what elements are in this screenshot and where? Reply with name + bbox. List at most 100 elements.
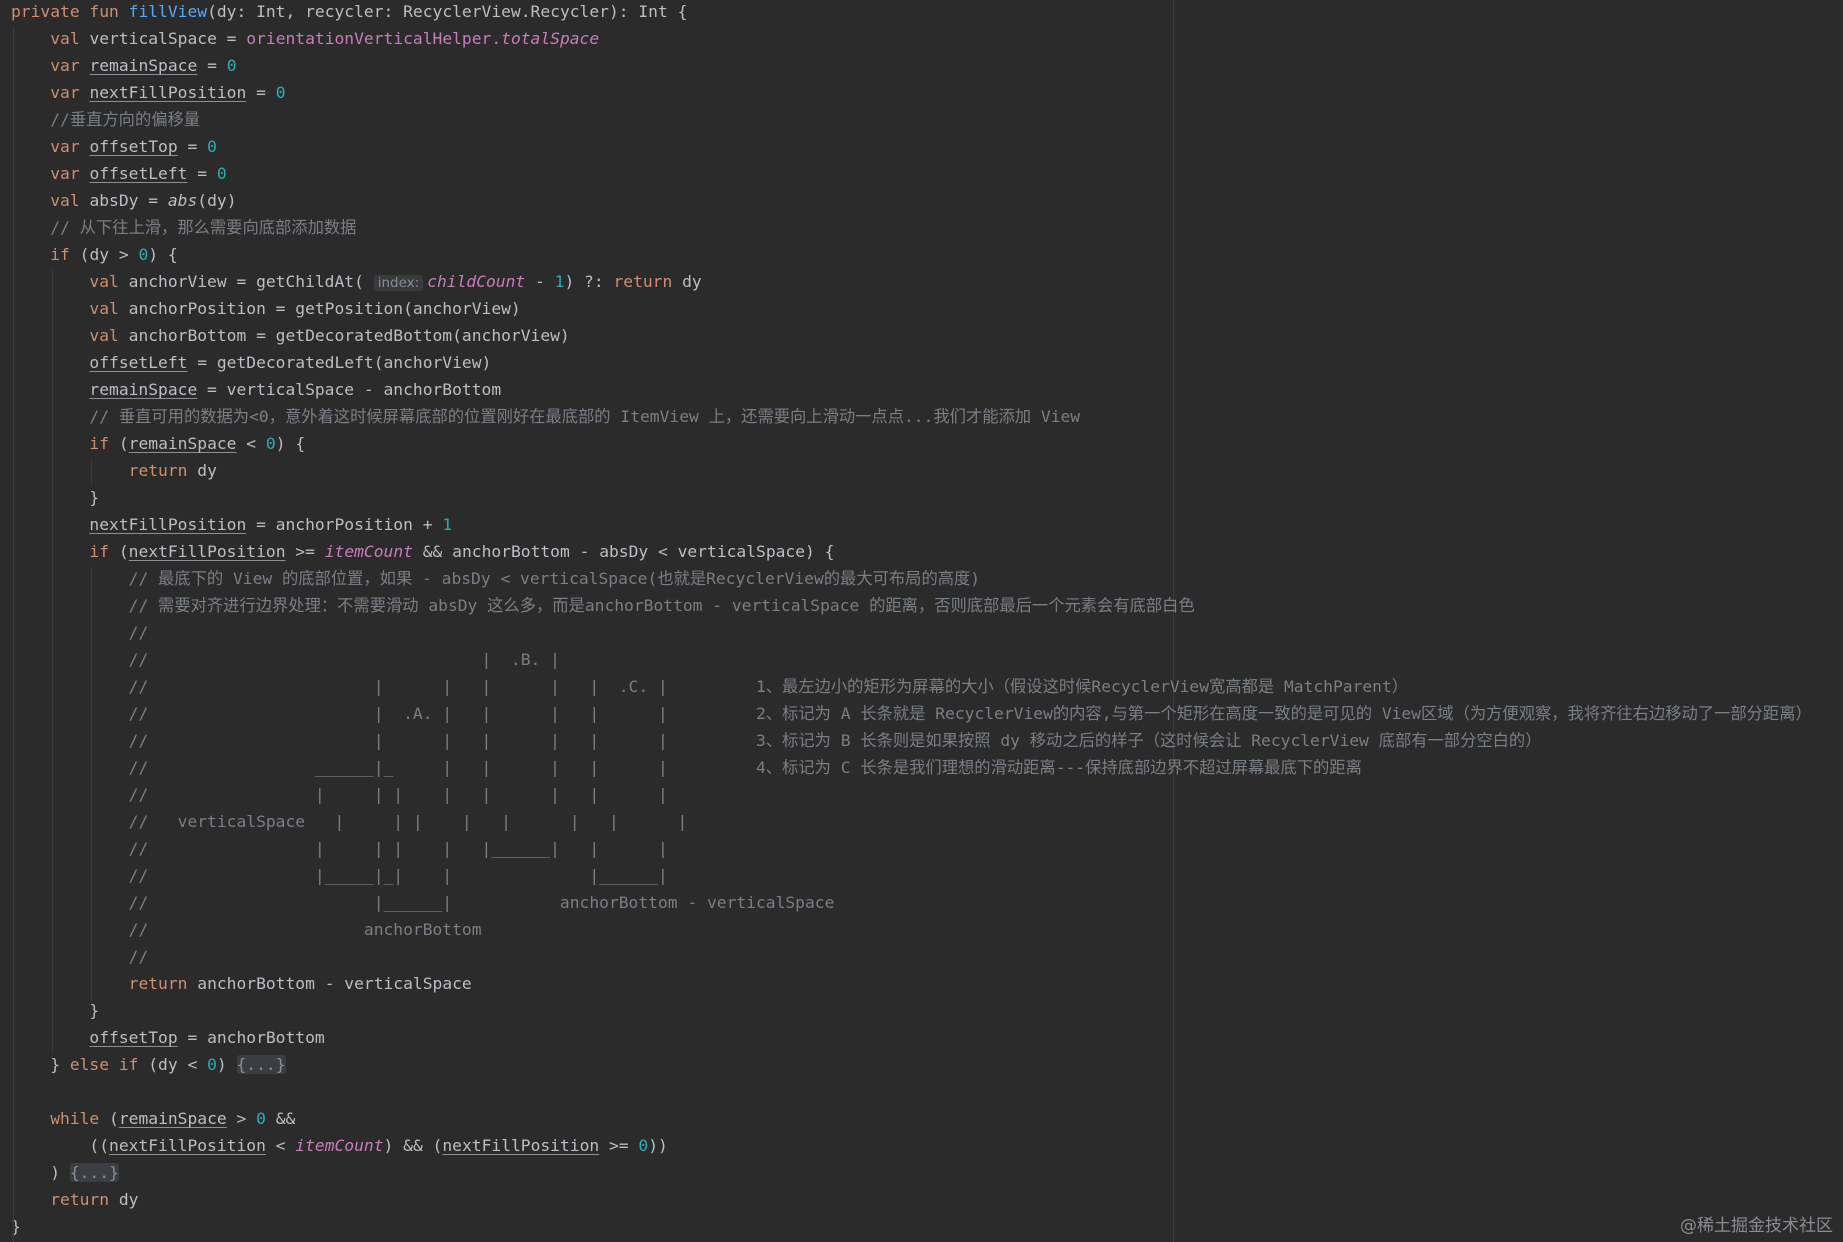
indent-guide: [13, 270, 14, 297]
code-token: remainSpace: [128, 434, 237, 453]
code-token: var: [50, 56, 90, 75]
code-token: if: [89, 542, 119, 561]
code-line[interactable]: //垂直方向的偏移量: [11, 108, 1812, 135]
code-line[interactable]: // | | | | | .C. | 1、最左边小的矩形为屏幕的大小（假设这时候…: [11, 675, 1812, 702]
code-line[interactable]: [11, 1080, 1812, 1107]
indent-guide: [52, 972, 54, 999]
code-line[interactable]: ((nextFillPosition < itemCount) && (next…: [11, 1134, 1812, 1161]
code-token: &&: [265, 1109, 296, 1128]
code-line[interactable]: if (remainSpace < 0) {: [11, 432, 1812, 459]
code-token: dy: [682, 272, 702, 291]
code-line[interactable]: offsetLeft = getDecoratedLeft(anchorView…: [11, 351, 1812, 378]
code-token: 0: [207, 1055, 217, 1074]
code-token: return: [128, 461, 198, 480]
code-line[interactable]: // 最底下的 View 的底部位置，如果 - absDy < vertical…: [11, 567, 1812, 594]
code-line[interactable]: // 垂直可用的数据为<0，意外着这时候屏幕底部的位置刚好在最底部的 ItemV…: [11, 405, 1812, 432]
code-line[interactable]: val verticalSpace = orientationVerticalH…: [11, 27, 1812, 54]
code-token: (: [118, 542, 129, 561]
folded-region[interactable]: {...}: [69, 1163, 119, 1182]
indent-guide: [13, 513, 14, 540]
code-line[interactable]: }: [11, 486, 1812, 513]
code-line[interactable]: val anchorPosition = getPosition(anchorV…: [11, 297, 1812, 324]
code-line[interactable]: var offsetTop = 0: [11, 135, 1812, 162]
code-token: 0: [216, 164, 227, 183]
indent-guide: [13, 432, 14, 459]
code-token: 1: [554, 272, 565, 291]
code-line[interactable]: // | | | | | | 3、标记为 B 长条则是如果按照 dy 移动之后的…: [11, 729, 1812, 756]
folded-region[interactable]: {...}: [236, 1055, 286, 1074]
code-line[interactable]: }: [11, 999, 1812, 1026]
code-line[interactable]: }: [11, 1215, 1812, 1242]
code-comment: // 需要对齐进行边界处理：不需要滑动 absDy 这么多，而是anchorBo…: [128, 596, 1195, 615]
code-line[interactable]: return dy: [11, 459, 1812, 486]
code-comment: // 垂直可用的数据为<0，意外着这时候屏幕底部的位置刚好在最底部的 ItemV…: [89, 407, 1081, 426]
code-line[interactable]: // | | | | | | | |: [11, 783, 1812, 810]
code-line[interactable]: if (nextFillPosition >= itemCount && anc…: [11, 540, 1812, 567]
code-area[interactable]: private fun fillView(dy: Int, recycler: …: [11, 0, 1812, 1242]
code-line[interactable]: var offsetLeft = 0: [11, 162, 1812, 189]
code-line[interactable]: var remainSpace = 0: [11, 54, 1812, 81]
code-line[interactable]: } else if (dy < 0) {...}: [11, 1053, 1812, 1080]
indent-guide: [13, 1188, 14, 1215]
code-line[interactable]: // | .B. |: [11, 648, 1812, 675]
code-line[interactable]: return anchorBottom - verticalSpace: [11, 972, 1812, 999]
code-line[interactable]: var nextFillPosition = 0: [11, 81, 1812, 108]
code-line[interactable]: // |______| anchorBottom - verticalSpace: [11, 891, 1812, 918]
code-line[interactable]: // anchorBottom: [11, 918, 1812, 945]
code-token: =: [246, 83, 276, 102]
code-token: offsetLeft: [89, 164, 188, 183]
indent-guide: [13, 243, 14, 270]
code-line[interactable]: val absDy = abs(dy): [11, 189, 1812, 216]
code-line[interactable]: // 从下往上滑，那么需要向底部添加数据: [11, 216, 1812, 243]
code-line[interactable]: // ______|_ | | | | | 4、标记为 C 长条是我们理想的滑动…: [11, 756, 1812, 783]
code-line[interactable]: remainSpace = verticalSpace - anchorBott…: [11, 378, 1812, 405]
code-token: (: [109, 1109, 119, 1128]
code-line[interactable]: // verticalSpace | | | | | | | |: [11, 810, 1812, 837]
indent-guide: [52, 270, 54, 297]
indent-guide: [13, 999, 14, 1026]
code-line[interactable]: val anchorView = getChildAt( index: child…: [11, 270, 1812, 297]
indent-guide: [13, 486, 14, 513]
code-token: if: [50, 245, 80, 264]
indent-guide: [13, 918, 14, 945]
code-line[interactable]: // |_____|_| | |______|: [11, 864, 1812, 891]
code-token: if: [89, 434, 119, 453]
code-token: =: [177, 137, 208, 156]
code-comment: //: [128, 947, 149, 966]
indent-guide: [13, 1053, 14, 1080]
indent-guide: [91, 567, 93, 594]
code-editor[interactable]: private fun fillView(dy: Int, recycler: …: [0, 0, 1843, 1242]
code-line[interactable]: val anchorBottom = getDecoratedBottom(an…: [11, 324, 1812, 351]
code-line[interactable]: //: [11, 621, 1812, 648]
code-token: itemCount: [324, 542, 413, 561]
code-line[interactable]: // | | | | |______| | |: [11, 837, 1812, 864]
code-line[interactable]: while (remainSpace > 0 &&: [11, 1107, 1812, 1134]
code-token: ): [11, 1163, 70, 1182]
indent-guide: [52, 351, 54, 378]
code-line[interactable]: nextFillPosition = anchorPosition + 1: [11, 513, 1812, 540]
code-line[interactable]: ) {...}: [11, 1161, 1812, 1188]
code-line[interactable]: // 需要对齐进行边界处理：不需要滑动 absDy 这么多，而是anchorBo…: [11, 594, 1812, 621]
code-line[interactable]: if (dy > 0) {: [11, 243, 1812, 270]
code-token: return: [50, 1190, 119, 1209]
code-line[interactable]: return dy: [11, 1188, 1812, 1215]
code-line[interactable]: private fun fillView(dy: Int, recycler: …: [11, 0, 1812, 27]
indent-guide: [13, 567, 14, 594]
code-token: = getDecoratedLeft(anchorView): [187, 353, 492, 372]
code-line[interactable]: offsetTop = anchorBottom: [11, 1026, 1812, 1053]
code-line[interactable]: //: [11, 945, 1812, 972]
indent-guide: [13, 540, 14, 567]
indent-guide: [91, 756, 93, 783]
code-line[interactable]: // | .A. | | | | | 2、标记为 A 长条就是 Recycler…: [11, 702, 1812, 729]
code-comment: // anchorBottom: [128, 920, 482, 939]
indent-guide: [91, 783, 93, 810]
code-token: totalSpace: [501, 29, 600, 48]
code-token: 0: [226, 56, 237, 75]
